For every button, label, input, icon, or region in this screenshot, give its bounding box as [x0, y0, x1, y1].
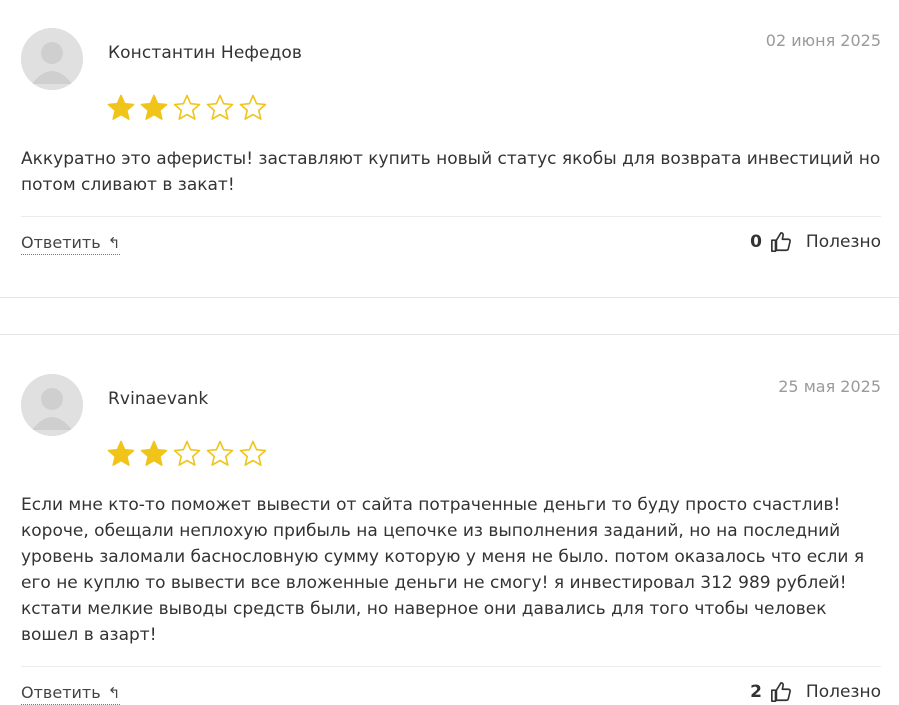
- author-name: Константин Нефедов: [108, 43, 303, 63]
- thumbs-up-icon[interactable]: [770, 681, 792, 703]
- review-text: Если мне кто-то поможет вывести от сайта…: [21, 495, 865, 645]
- reply-arrow-icon: ↰: [107, 684, 121, 702]
- review-date: 02 июня 2025: [765, 31, 881, 50]
- user-silhouette-icon: [21, 374, 83, 436]
- helpful-count: 0: [750, 232, 762, 252]
- reply-button[interactable]: Ответить ↰: [21, 683, 121, 705]
- avatar: [21, 374, 83, 436]
- helpful-widget: 0 Полезно: [750, 231, 881, 253]
- review-date: 25 мая 2025: [778, 377, 881, 396]
- star-empty-icon: [239, 94, 267, 120]
- star-empty-icon: [239, 440, 267, 466]
- helpful-widget: 2 Полезно: [750, 681, 881, 703]
- author-name: Rvinaevank: [108, 389, 209, 409]
- star-rating: [106, 93, 268, 123]
- star-rating: [106, 439, 268, 469]
- review-separator: [0, 334, 899, 335]
- star-empty-icon: [206, 94, 234, 120]
- helpful-button[interactable]: Полезно: [806, 682, 881, 702]
- star-filled-icon: [107, 94, 135, 120]
- reply-button[interactable]: Ответить ↰: [21, 233, 121, 255]
- star-empty-icon: [173, 440, 201, 466]
- review-separator: [0, 297, 899, 298]
- star-filled-icon: [140, 440, 168, 466]
- review-text: Аккуратно это аферисты! заставляют купит…: [21, 149, 881, 195]
- reply-label: Ответить: [21, 233, 101, 252]
- star-empty-icon: [173, 94, 201, 120]
- reply-label: Ответить: [21, 683, 101, 702]
- helpful-count: 2: [750, 682, 762, 702]
- star-empty-icon: [206, 440, 234, 466]
- helpful-button[interactable]: Полезно: [806, 232, 881, 252]
- star-filled-icon: [140, 94, 168, 120]
- user-silhouette-icon: [21, 28, 83, 90]
- divider: [21, 216, 881, 217]
- star-filled-icon: [107, 440, 135, 466]
- avatar: [21, 28, 83, 90]
- divider: [21, 666, 881, 667]
- thumbs-up-icon[interactable]: [770, 231, 792, 253]
- reply-arrow-icon: ↰: [107, 234, 121, 252]
